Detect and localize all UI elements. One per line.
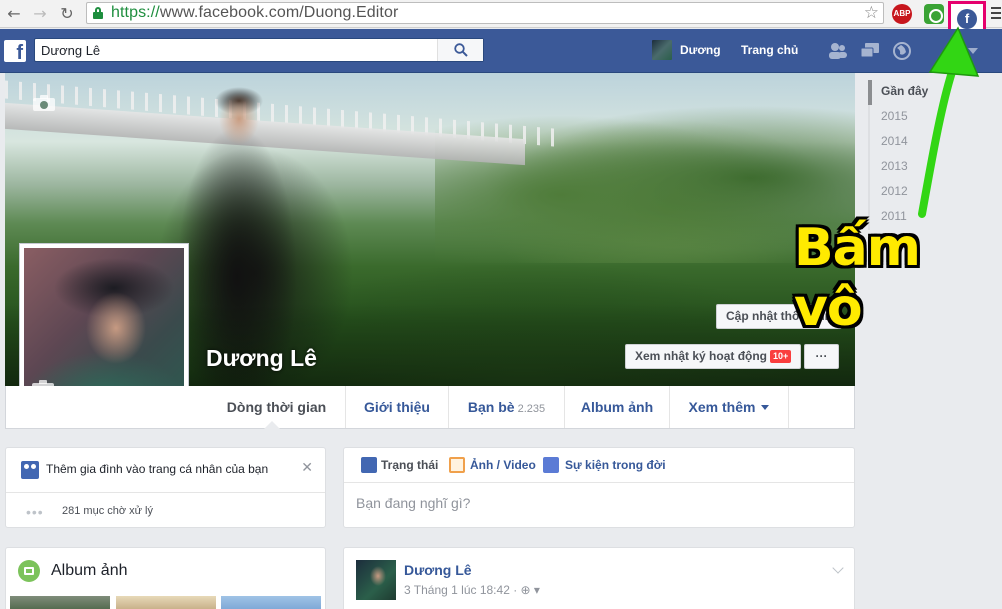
search-input[interactable] — [35, 39, 437, 61]
reload-icon[interactable]: ↻ — [57, 4, 77, 24]
profile-link[interactable]: Dương — [680, 43, 721, 57]
bookmark-star-icon[interactable]: ☆ — [864, 3, 879, 23]
pending-dots-icon: ••• — [26, 504, 44, 520]
composer-tab-photo[interactable]: Ảnh / Video — [470, 458, 536, 472]
composer-tab-life-event[interactable]: Sự kiện trong đời — [565, 458, 666, 472]
forward-arrow-icon[interactable]: → — [30, 4, 50, 24]
post-composer: Trạng thái Ảnh / Video Sự kiện trong đời… — [343, 447, 855, 528]
year-2013[interactable]: 2013 — [868, 155, 938, 180]
post-time-text: 3 Tháng 1 lúc 18:42 · — [404, 583, 521, 597]
year-recent[interactable]: Gần đây — [868, 80, 938, 105]
timeline-nav: Dòng thời gian Giới thiệu Bạn bè 2.235 Al… — [5, 386, 855, 429]
year-navigator: Gần đây 2015 2014 2013 2012 2011 — [868, 80, 938, 230]
back-arrow-icon[interactable]: ← — [4, 4, 24, 24]
activity-log-button[interactable]: Xem nhật ký hoạt động 10+ — [625, 344, 802, 369]
tab-friends[interactable]: Bạn bè 2.235 — [449, 386, 565, 428]
year-2015[interactable]: 2015 — [868, 105, 938, 130]
composer-input[interactable]: Bạn đang nghĩ gì? — [356, 495, 470, 511]
notifications-globe-icon[interactable] — [892, 41, 912, 61]
annotation-text: Bấm vô — [794, 218, 921, 338]
facebook-logo[interactable]: f — [4, 40, 26, 62]
green-extension-icon[interactable] — [924, 4, 944, 24]
close-icon[interactable]: ✕ — [301, 460, 313, 476]
change-cover-camera-icon[interactable] — [33, 95, 55, 111]
tab-friends-label: Bạn bè — [467, 399, 515, 415]
facebook-header: f Dương Trang chủ — [0, 29, 1002, 73]
add-family-card: Thêm gia đình vào trang cá nhân của bạn … — [5, 447, 326, 528]
tab-photos[interactable]: Album ảnh — [565, 386, 670, 428]
post-author-avatar[interactable] — [356, 560, 396, 600]
add-family-link[interactable]: Thêm gia đình vào trang cá nhân của bạn — [46, 462, 268, 476]
album-thumbnail[interactable] — [116, 596, 216, 609]
photo-video-icon — [449, 457, 465, 473]
friend-requests-icon[interactable] — [828, 41, 848, 61]
more-options-button[interactable]: ··· — [804, 344, 839, 369]
lock-icon — [93, 7, 103, 19]
messages-icon[interactable] — [860, 41, 880, 61]
tab-more-label: Xem thêm — [688, 399, 756, 415]
status-pencil-icon — [361, 457, 377, 473]
year-2012[interactable]: 2012 — [868, 180, 938, 205]
post-timestamp[interactable]: 3 Tháng 1 lúc 18:42 · ⊕ ▾ — [404, 583, 540, 597]
account-menu-caret-icon[interactable] — [968, 48, 978, 54]
timeline-post: Dương Lê 3 Tháng 1 lúc 18:42 · ⊕ ▾ — [343, 547, 855, 609]
activity-log-label: Xem nhật ký hoạt động — [635, 349, 768, 363]
url-text: https://www.facebook.com/Duong.Editor — [111, 4, 399, 21]
browser-menu-icon[interactable] — [991, 7, 1001, 22]
tab-about[interactable]: Giới thiệu — [346, 386, 449, 428]
album-thumbnail[interactable] — [10, 596, 110, 609]
chevron-down-icon — [761, 405, 770, 410]
profile-name: Dương Lê — [206, 345, 317, 371]
year-2014[interactable]: 2014 — [868, 130, 938, 155]
family-icon — [21, 461, 39, 479]
adblock-extension-icon[interactable]: ABP — [892, 4, 912, 24]
album-title[interactable]: Album ảnh — [51, 562, 128, 580]
post-options-chevron-icon[interactable] — [832, 562, 844, 574]
friends-count: 2.235 — [517, 403, 546, 415]
tab-more[interactable]: Xem thêm — [670, 386, 789, 428]
profile-avatar[interactable] — [652, 40, 672, 60]
search-box — [34, 38, 484, 62]
home-link[interactable]: Trang chủ — [741, 43, 798, 57]
facebook-extension-icon[interactable]: f — [957, 9, 977, 29]
globe-icon[interactable]: ⊕ ▾ — [521, 583, 540, 597]
search-icon — [454, 43, 468, 57]
album-thumbnail[interactable] — [221, 596, 321, 609]
address-bar[interactable]: https://www.facebook.com/Duong.Editor ☆ — [86, 2, 884, 24]
album-icon — [18, 560, 40, 582]
composer-tab-status[interactable]: Trạng thái — [381, 458, 438, 472]
browser-toolbar: ← → ↻ https://www.facebook.com/Duong.Edi… — [0, 0, 1002, 39]
active-tab-pointer — [264, 421, 280, 429]
post-author-name[interactable]: Dương Lê — [404, 562, 472, 578]
pending-items-link[interactable]: 281 mục chờ xử lý — [62, 505, 153, 517]
search-button[interactable] — [437, 39, 483, 61]
activity-badge: 10+ — [770, 350, 792, 363]
life-event-flag-icon — [543, 457, 559, 473]
photo-album-card: Album ảnh — [5, 547, 326, 609]
